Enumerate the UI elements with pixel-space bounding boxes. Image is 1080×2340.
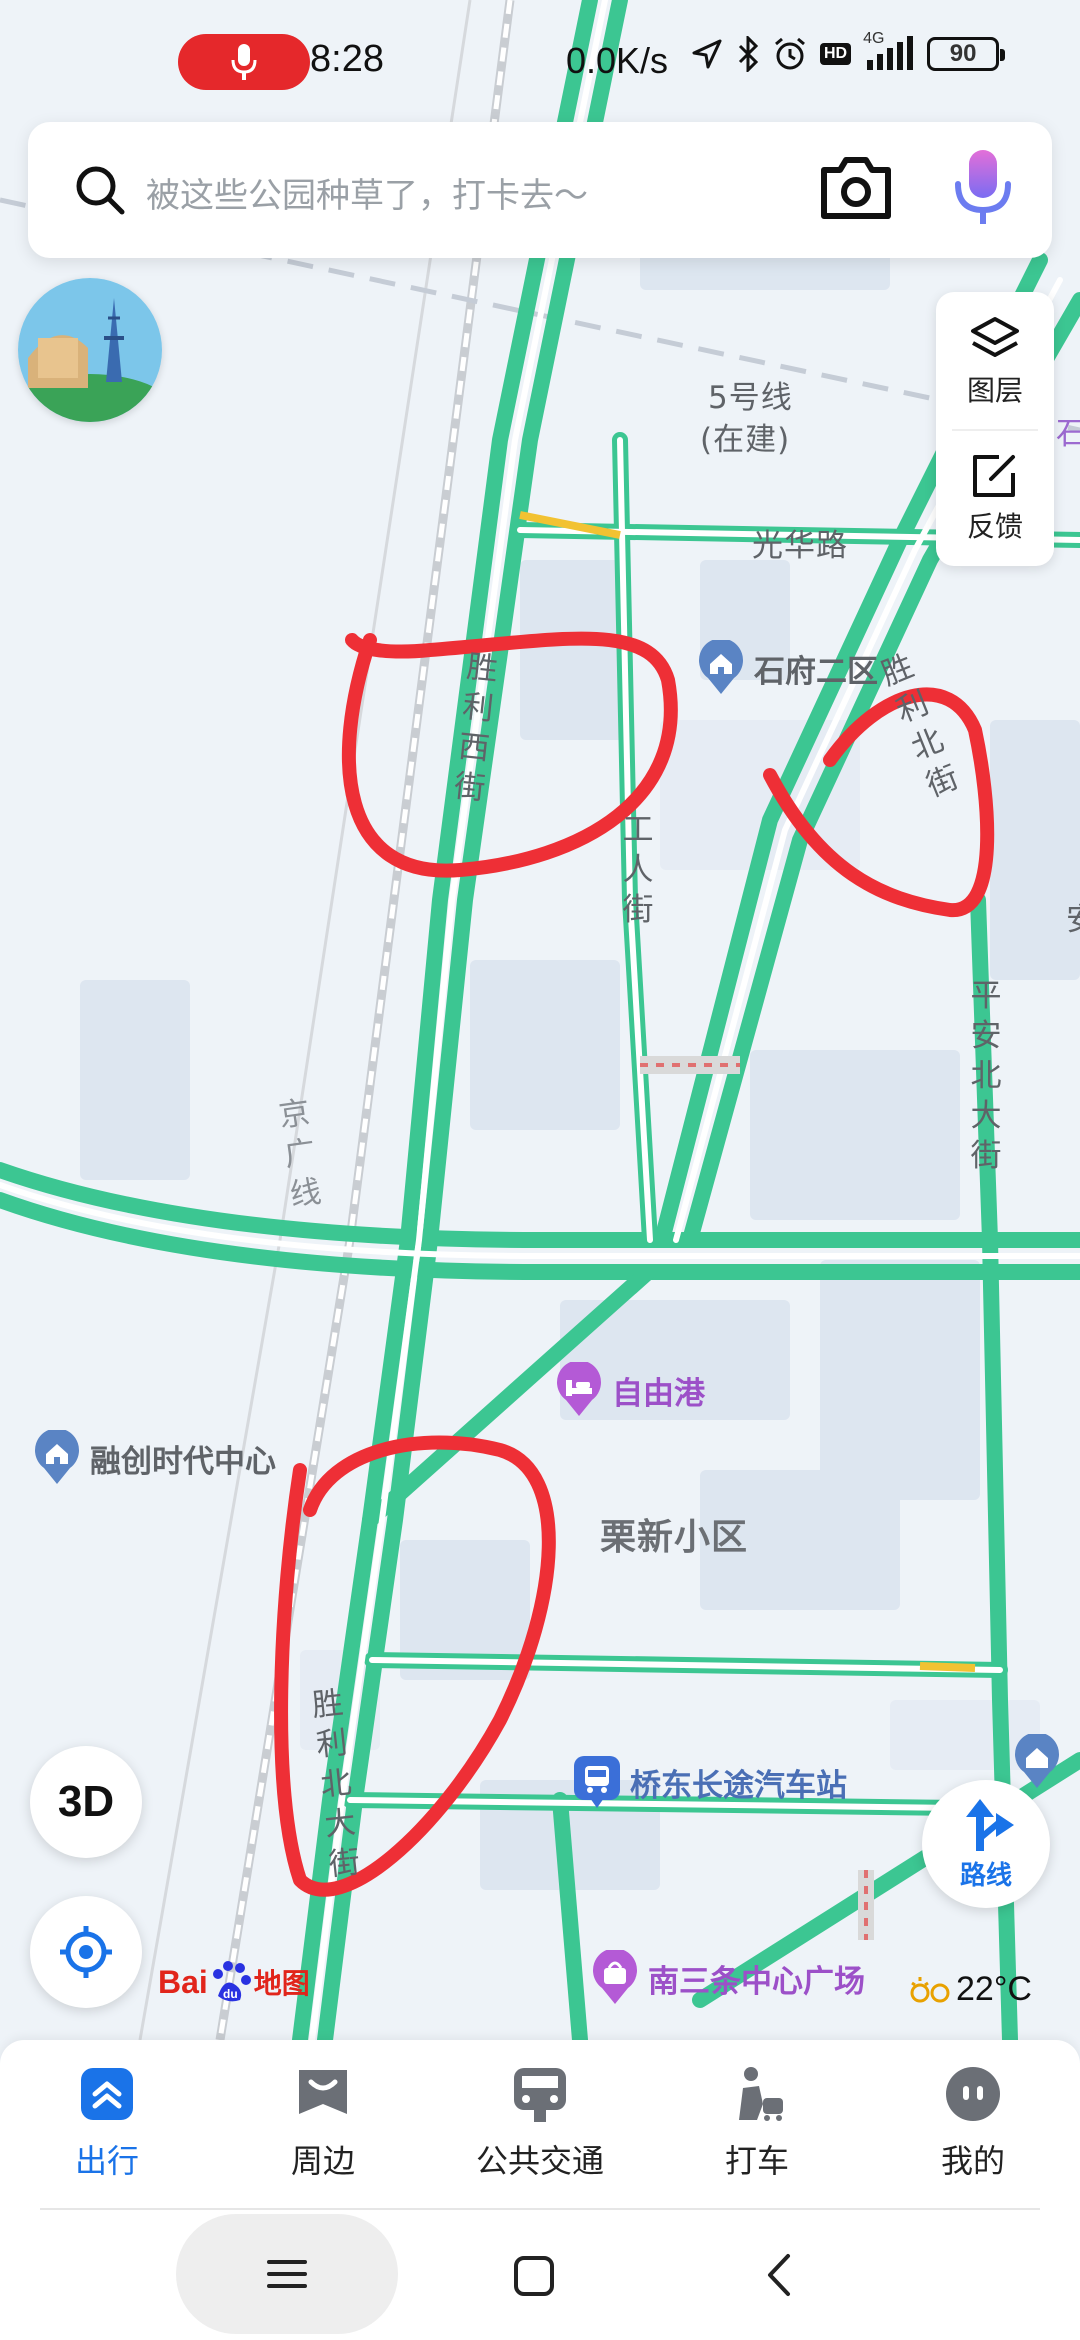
layers-icon — [971, 317, 1019, 357]
nearby-icon — [299, 2070, 347, 2114]
road-label-gongren: 工人街 — [622, 812, 654, 928]
residential-pin-icon — [32, 1430, 82, 1486]
poi-nansantiao[interactable]: 南三条中心广场 — [590, 1950, 865, 2006]
alarm-icon — [775, 37, 805, 70]
poi-partial-right[interactable] — [1012, 1734, 1062, 1790]
network-speed: 0.0K/s — [566, 40, 669, 81]
voice-search-icon[interactable] — [948, 144, 1018, 234]
3d-toggle-button[interactable]: 3D — [30, 1746, 142, 1858]
route-arrow-icon — [966, 1798, 1014, 1851]
road-label-guanghua: 光华路 — [752, 528, 848, 564]
logo-du: du — [223, 1987, 238, 2001]
camera-icon[interactable] — [818, 152, 894, 222]
poi-label: 自由港 — [612, 1375, 705, 1412]
location-arrow-icon — [692, 39, 722, 69]
temperature: 22°C — [956, 1970, 1032, 2008]
home-square-icon[interactable] — [512, 2254, 556, 2298]
profile-icon — [946, 2067, 1000, 2121]
locate-icon — [60, 1926, 112, 1978]
nav-label: 出行 — [74, 2142, 139, 2180]
transit-bus-icon — [514, 2068, 566, 2122]
road-label-pingan: 平安北大街 — [970, 978, 1002, 1174]
nav-mine[interactable]: 我的 — [888, 2064, 1058, 2182]
poi-label: 南三条中心广场 — [648, 1963, 865, 2000]
bus-pin-icon — [572, 1754, 622, 1810]
nav-nearby[interactable]: 周边 — [238, 2064, 408, 2182]
edge-label: 安 — [1066, 894, 1080, 939]
logo-bai: Bai — [158, 1963, 208, 2000]
travel-icon — [81, 2068, 133, 2120]
logo-cn: 地图 — [253, 1968, 310, 1999]
metro-line-label: 5号线 — [708, 380, 793, 416]
back-icon[interactable] — [764, 2252, 794, 2298]
nav-transit[interactable]: 公共交通 — [455, 2064, 625, 2182]
menu-icon — [267, 2260, 307, 2288]
poi-label: 桥东长途汽车站 — [630, 1767, 847, 1804]
poi-label: 融创时代中心 — [90, 1443, 276, 1480]
area-label-lixin: 栗新小区 — [600, 1517, 749, 1558]
residential-pin-icon — [1012, 1734, 1062, 1790]
layers-button[interactable]: 图层 — [936, 296, 1054, 428]
residential-pin-icon — [696, 640, 746, 696]
map-view[interactable]: 5号线 (在建) 光华路 胜利西街 工人街 胜利北街 平安北大街 京广线 胜利北… — [0, 0, 1080, 2040]
feedback-label: 反馈 — [966, 510, 1023, 543]
map-tools-panel: 图层 反馈 — [936, 292, 1054, 566]
avatar-illustration-icon — [18, 278, 162, 422]
layers-label: 图层 — [966, 374, 1023, 407]
bluetooth-icon — [738, 36, 759, 72]
route-label: 路线 — [959, 1860, 1012, 1891]
poi-ziyougang[interactable]: 自由港 — [554, 1362, 705, 1418]
edge-label: 石 — [1056, 416, 1080, 452]
status-icons: HD 4G 90 — [690, 30, 1006, 72]
search-bar[interactable]: 被这些公园种草了，打卡去～ — [28, 122, 1052, 258]
status-time: 8:28 — [310, 38, 384, 80]
weather-sunny-icon — [910, 1976, 950, 2002]
nav-label: 打车 — [724, 2142, 789, 2180]
metro-status-label: (在建) — [700, 422, 791, 458]
weather-widget[interactable]: 22°C — [908, 1970, 1032, 2009]
baidu-paw-icon: du — [212, 1961, 251, 2002]
shopping-pin-icon — [590, 1950, 640, 2006]
poi-qiaodong-bus-station[interactable]: 桥东长途汽车站 — [572, 1754, 847, 1810]
baidu-map-logo: Bai du 地图 — [158, 1960, 310, 2004]
hd-badge: HD — [820, 43, 852, 65]
locate-button[interactable] — [30, 1896, 142, 2008]
user-avatar[interactable] — [18, 278, 162, 422]
feedback-button[interactable]: 反馈 — [936, 432, 1054, 564]
nav-label: 公共交通 — [475, 2142, 604, 2180]
route-button[interactable]: 路线 — [922, 1780, 1050, 1908]
poi-shifu-erqu[interactable]: 石府二区 — [696, 640, 878, 696]
search-icon — [76, 166, 125, 215]
nav-label: 周边 — [290, 2142, 355, 2180]
signal-icon: 4G — [863, 30, 915, 72]
divider — [952, 429, 1038, 431]
nav-travel[interactable]: 出行 — [22, 2064, 192, 2182]
microphone-icon — [231, 44, 257, 80]
poi-rongchuang[interactable]: 融创时代中心 — [32, 1430, 276, 1486]
nav-label: 我的 — [940, 2142, 1005, 2180]
hotel-pin-icon — [554, 1362, 604, 1418]
voice-recording-indicator[interactable] — [178, 34, 310, 90]
poi-label: 石府二区 — [754, 653, 878, 690]
feedback-edit-icon — [973, 455, 1015, 497]
battery-indicator: 90 — [927, 37, 1006, 71]
system-navigation-bar — [0, 2210, 1080, 2340]
taxi-person-icon — [739, 2067, 783, 2121]
search-placeholder[interactable]: 被这些公园种草了，打卡去～ — [146, 168, 588, 217]
map-canvas — [0, 0, 1080, 2040]
bottom-navigation: 出行 周边 公共交通 打车 我的 — [0, 2040, 1080, 2210]
nav-taxi[interactable]: 打车 — [672, 2064, 842, 2182]
menu-button[interactable] — [176, 2214, 398, 2334]
status-bar: 8:28 0.0K/s HD 4G 90 — [0, 0, 1080, 120]
